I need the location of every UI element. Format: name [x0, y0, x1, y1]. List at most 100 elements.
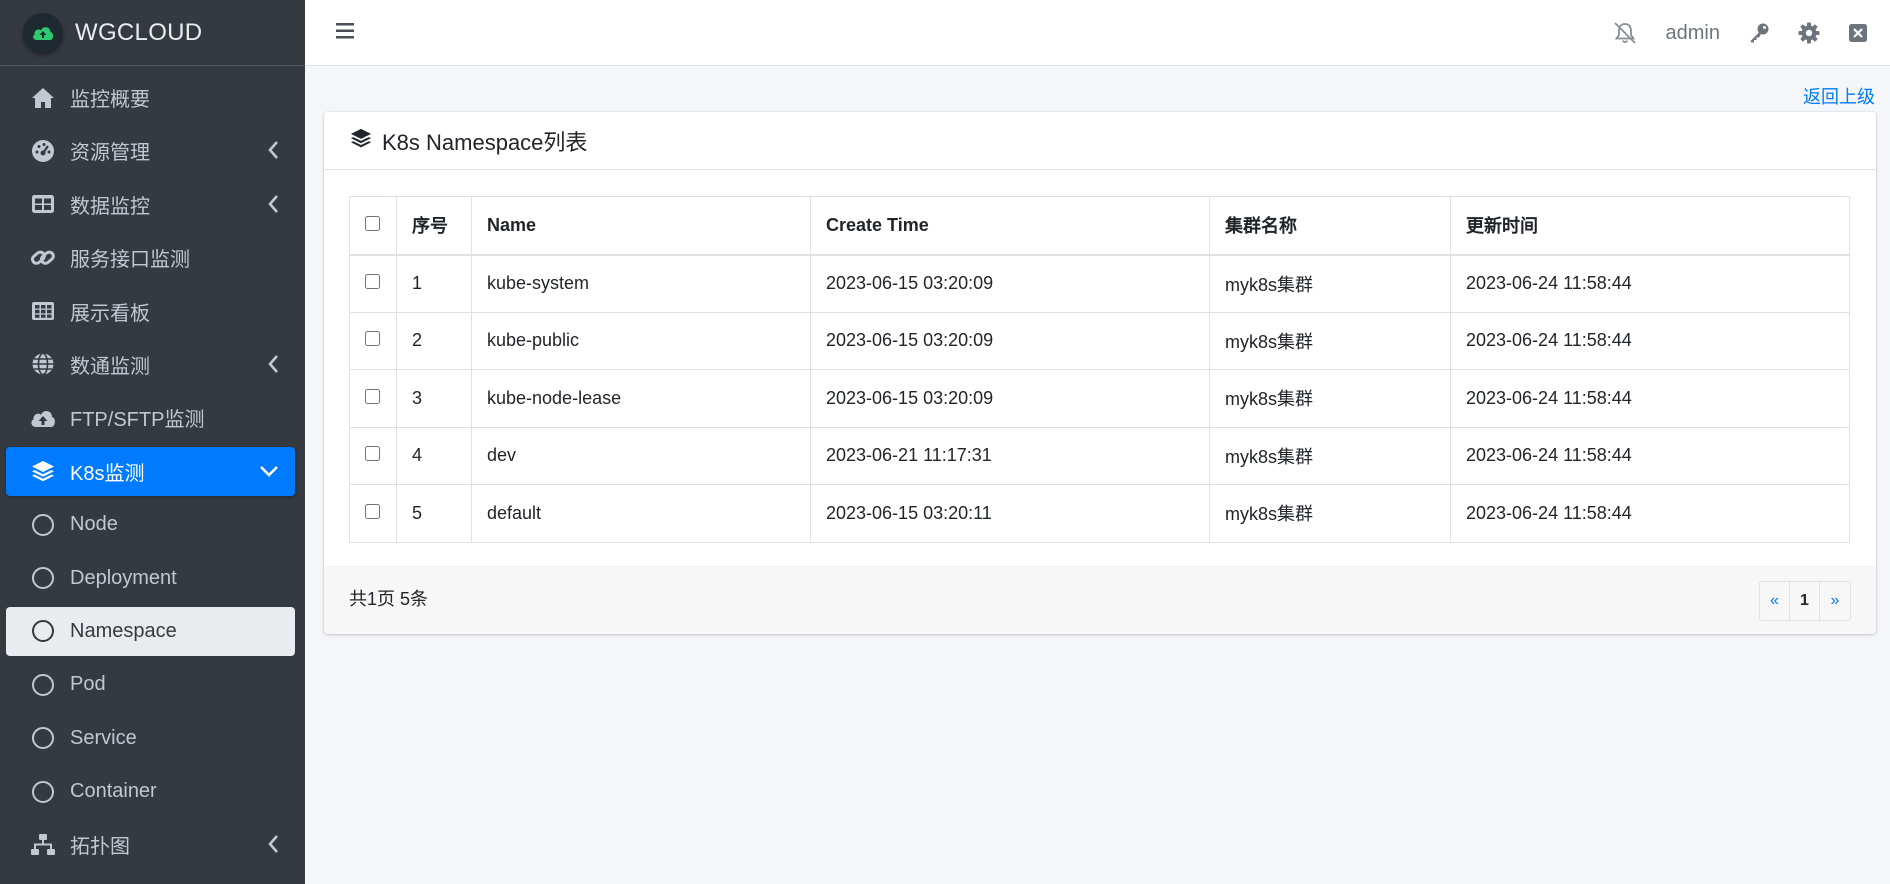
cloud-logo-icon	[23, 12, 63, 53]
sidebar-item-label: Container	[70, 780, 157, 803]
cell-name: dev	[471, 426, 811, 485]
sidebar-item-label: 资源管理	[70, 142, 150, 165]
circle-icon	[29, 617, 57, 645]
pagination-prev-button[interactable]: «	[1760, 582, 1790, 620]
sidebar-item-service[interactable]: Service	[6, 714, 295, 763]
user-name[interactable]: admin	[1666, 22, 1720, 45]
card-title: K8s Namespace列表	[382, 129, 588, 155]
sidebar-item-label: Service	[70, 726, 137, 749]
cell-name: kube-public	[471, 311, 811, 370]
select-all-cell	[349, 196, 397, 256]
column-header-cluster[interactable]: 集群名称	[1209, 196, 1451, 256]
row-checkbox[interactable]	[365, 388, 380, 404]
row-checkbox[interactable]	[365, 331, 380, 347]
sidebar-item-container[interactable]: Container	[6, 767, 295, 816]
row-checkbox[interactable]	[365, 503, 380, 519]
circle-icon	[29, 511, 57, 539]
card-header: K8s Namespace列表	[324, 112, 1876, 170]
cell-index: 2	[396, 311, 472, 370]
cell-update-time: 2023-06-24 11:58:44	[1450, 369, 1850, 428]
row-checkbox[interactable]	[365, 274, 380, 289]
sidebar-item-label: Pod	[70, 673, 106, 696]
sidebar-nav: 监控概要 资源管理 数据监控 服务接口监测 展示看板 数通监测 FTP/SFTP…	[0, 66, 305, 869]
top-right-tools: admin	[1612, 0, 1890, 66]
sidebar-item-label: 数据监控	[70, 195, 150, 218]
link-icon	[29, 244, 57, 272]
cell-name: kube-system	[471, 254, 811, 313]
column-header-index[interactable]: 序号	[396, 196, 472, 256]
pagination-page-button[interactable]: 1	[1790, 582, 1820, 620]
sidebar-item-label: 拓扑图	[70, 836, 130, 859]
namespace-table: 序号 Name Create Time 集群名称 更新时间 1 kube-sys…	[349, 196, 1850, 543]
pagination: « 1 »	[1759, 581, 1851, 621]
sidebar: WGCLOUD 监控概要 资源管理 数据监控 服务接口监测 展示看板 数通监测 …	[0, 0, 305, 884]
brand[interactable]: WGCLOUD	[0, 0, 305, 66]
circle-icon	[29, 671, 57, 699]
namespace-card: K8s Namespace列表 序号 Name Create Time 集群名称…	[324, 112, 1876, 634]
sidebar-item-network[interactable]: 数通监测	[6, 340, 295, 389]
sidebar-item-label: 数通监测	[70, 355, 150, 378]
sidebar-item-data-monitor[interactable]: 数据监控	[6, 180, 295, 229]
back-link[interactable]: 返回上级	[1803, 83, 1875, 109]
sidebar-item-label: Deployment	[70, 566, 177, 589]
sidebar-item-topology[interactable]: 拓扑图	[6, 820, 295, 869]
select-all-checkbox[interactable]	[365, 215, 380, 231]
cell-index: 3	[396, 369, 472, 428]
column-header-create-time[interactable]: Create Time	[810, 196, 1210, 256]
chevron-left-icon	[267, 140, 279, 166]
card-footer: 共1页 5条 « 1 »	[324, 566, 1876, 634]
sidebar-item-dashboard-board[interactable]: 展示看板	[6, 287, 295, 336]
table-row: 4 dev 2023-06-21 11:17:31 myk8s集群 2023-0…	[349, 426, 1850, 485]
bell-slash-icon[interactable]	[1612, 21, 1638, 45]
grid-icon	[29, 297, 57, 325]
key-icon[interactable]	[1748, 22, 1770, 44]
sidebar-item-label: 展示看板	[70, 302, 150, 325]
layers-icon	[29, 457, 57, 485]
sidebar-item-label: 服务接口监测	[70, 249, 190, 272]
chevron-left-icon	[267, 194, 279, 220]
cell-cluster: myk8s集群	[1209, 311, 1451, 370]
close-window-icon[interactable]	[1848, 23, 1868, 43]
sidebar-item-k8s[interactable]: K8s监测	[6, 446, 295, 496]
pagination-next-button[interactable]: »	[1820, 582, 1850, 620]
table-row: 2 kube-public 2023-06-15 03:20:09 myk8s集…	[349, 311, 1850, 370]
table-header-row: 序号 Name Create Time 集群名称 更新时间	[349, 196, 1850, 256]
sidebar-item-ftp[interactable]: FTP/SFTP监测	[6, 393, 295, 442]
column-header-update-time[interactable]: 更新时间	[1450, 196, 1850, 256]
sidebar-item-resources[interactable]: 资源管理	[6, 126, 295, 175]
menu-toggle-icon[interactable]	[335, 20, 355, 47]
chevron-left-icon	[267, 354, 279, 380]
sidebar-item-deployment[interactable]: Deployment	[6, 554, 295, 603]
sidebar-item-pod[interactable]: Pod	[6, 660, 295, 709]
column-header-name[interactable]: Name	[471, 196, 811, 256]
cell-update-time: 2023-06-24 11:58:44	[1450, 426, 1850, 485]
cell-update-time: 2023-06-24 11:58:44	[1450, 254, 1850, 313]
cell-create-time: 2023-06-15 03:20:09	[810, 311, 1210, 370]
sidebar-item-overview[interactable]: 监控概要	[6, 73, 295, 122]
layers-icon	[350, 127, 372, 154]
sidebar-item-label: K8s监测	[70, 462, 145, 485]
brand-name: WGCLOUD	[75, 18, 203, 46]
cell-index: 5	[396, 484, 472, 543]
cell-cluster: myk8s集群	[1209, 369, 1451, 428]
chevron-down-icon	[259, 461, 279, 484]
sidebar-item-namespace[interactable]: Namespace	[6, 606, 295, 656]
table-row: 3 kube-node-lease 2023-06-15 03:20:09 my…	[349, 369, 1850, 428]
sidebar-item-service-api[interactable]: 服务接口监测	[6, 233, 295, 282]
globe-icon	[29, 350, 57, 378]
home-icon	[29, 84, 57, 112]
cell-update-time: 2023-06-24 11:58:44	[1450, 484, 1850, 543]
sidebar-item-label: Node	[70, 513, 118, 536]
sitemap-icon	[29, 831, 57, 859]
dashboard-icon	[29, 137, 57, 165]
sidebar-item-label: 监控概要	[70, 89, 150, 111]
cell-create-time: 2023-06-15 03:20:11	[810, 484, 1210, 543]
cell-create-time: 2023-06-15 03:20:09	[810, 254, 1210, 313]
sidebar-item-node[interactable]: Node	[6, 500, 295, 549]
circle-icon	[29, 778, 57, 806]
table-row: 5 default 2023-06-15 03:20:11 myk8s集群 20…	[349, 484, 1850, 543]
cell-cluster: myk8s集群	[1209, 426, 1451, 485]
gear-icon[interactable]	[1798, 22, 1820, 44]
row-checkbox[interactable]	[365, 446, 380, 462]
cell-update-time: 2023-06-24 11:58:44	[1450, 311, 1850, 370]
